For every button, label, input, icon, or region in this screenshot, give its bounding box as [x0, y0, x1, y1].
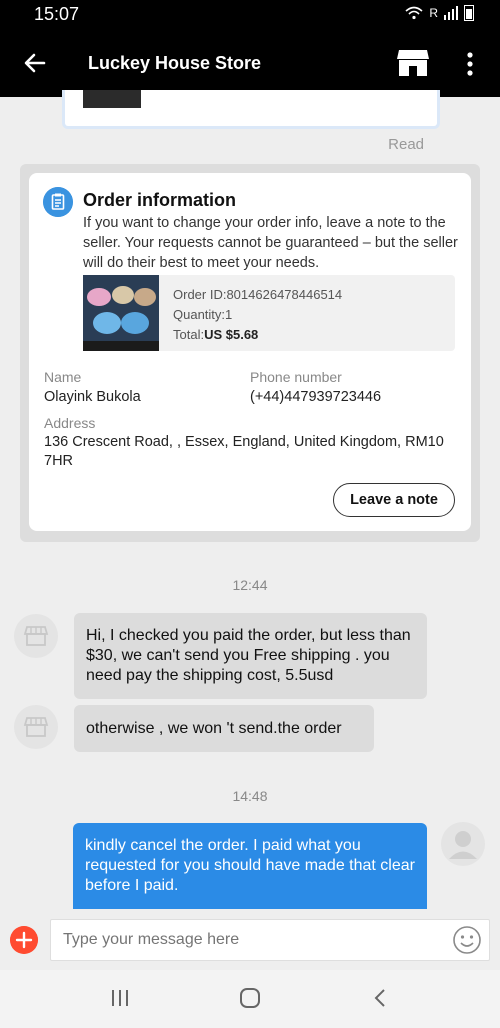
order-product[interactable]: Order ID:8014626478446514 Quantity:1 Tot… — [83, 275, 455, 351]
system-navigation-bar — [0, 970, 500, 1028]
roaming-badge: R — [429, 6, 438, 20]
leave-note-button[interactable]: Leave a note — [333, 483, 455, 517]
product-image — [83, 275, 159, 351]
order-info-note: If you want to change your order info, l… — [83, 215, 458, 271]
message-composer — [0, 909, 500, 970]
store-avatar-icon — [23, 717, 49, 737]
order-info-card: Order information If you want to change … — [29, 173, 471, 531]
message-input[interactable] — [50, 919, 490, 961]
phone-label: Phone number — [250, 369, 342, 385]
store-avatar-icon — [23, 626, 49, 646]
name-value: Olayink Bukola — [44, 389, 141, 405]
read-receipt: Read — [388, 136, 424, 153]
status-bar: 15:07 R — [0, 0, 500, 30]
previous-product-card[interactable] — [62, 90, 440, 129]
my-message[interactable]: kindly cancel the order. I paid what you… — [73, 823, 427, 909]
timestamp: 12:44 — [232, 577, 268, 593]
address-label: Address — [44, 415, 96, 431]
order-quantity: Quantity:1 — [173, 307, 233, 322]
order-clipboard-icon — [43, 187, 73, 217]
previous-product-thumbnail — [83, 90, 141, 108]
order-total-value: US $5.68 — [204, 327, 259, 342]
product-thumbnail — [83, 275, 159, 351]
timestamp: 14:48 — [232, 788, 268, 804]
add-attachment-icon[interactable] — [10, 926, 38, 954]
seller-avatar[interactable] — [14, 614, 58, 658]
seller-message[interactable]: Hi, I checked you paid the order, but le… — [74, 613, 427, 699]
order-total: Total:US $5.68 — [173, 327, 258, 342]
home-icon[interactable] — [239, 987, 261, 1009]
user-avatar-icon — [449, 831, 477, 859]
back-arrow-icon[interactable] — [20, 48, 50, 78]
seller-message[interactable]: otherwise , we won 't send.the order — [74, 705, 374, 752]
signal-icon — [444, 6, 458, 20]
user-avatar[interactable] — [441, 822, 485, 866]
seller-avatar[interactable] — [14, 705, 58, 749]
status-time: 15:07 — [34, 4, 80, 24]
emoji-icon[interactable] — [452, 925, 482, 955]
app-header: Luckey House Store — [0, 30, 500, 97]
battery-icon — [464, 5, 474, 21]
phone-value: (+44)447939723446 — [250, 389, 382, 405]
address-value: 136 Crescent Road, , Essex, England, Uni… — [44, 434, 444, 469]
wifi-icon — [405, 6, 423, 20]
order-id: Order ID:8014626478446514 — [173, 287, 343, 302]
status-icons: R — [405, 5, 474, 21]
name-label: Name — [44, 369, 82, 385]
nav-back-icon[interactable] — [370, 987, 390, 1009]
order-info-title: Order information — [83, 190, 237, 210]
order-total-label: Total: — [173, 327, 205, 342]
store-icon[interactable] — [396, 48, 430, 78]
store-title: Luckey House Store — [88, 53, 262, 73]
recent-apps-icon[interactable] — [110, 988, 130, 1008]
more-options-icon[interactable] — [460, 50, 480, 78]
